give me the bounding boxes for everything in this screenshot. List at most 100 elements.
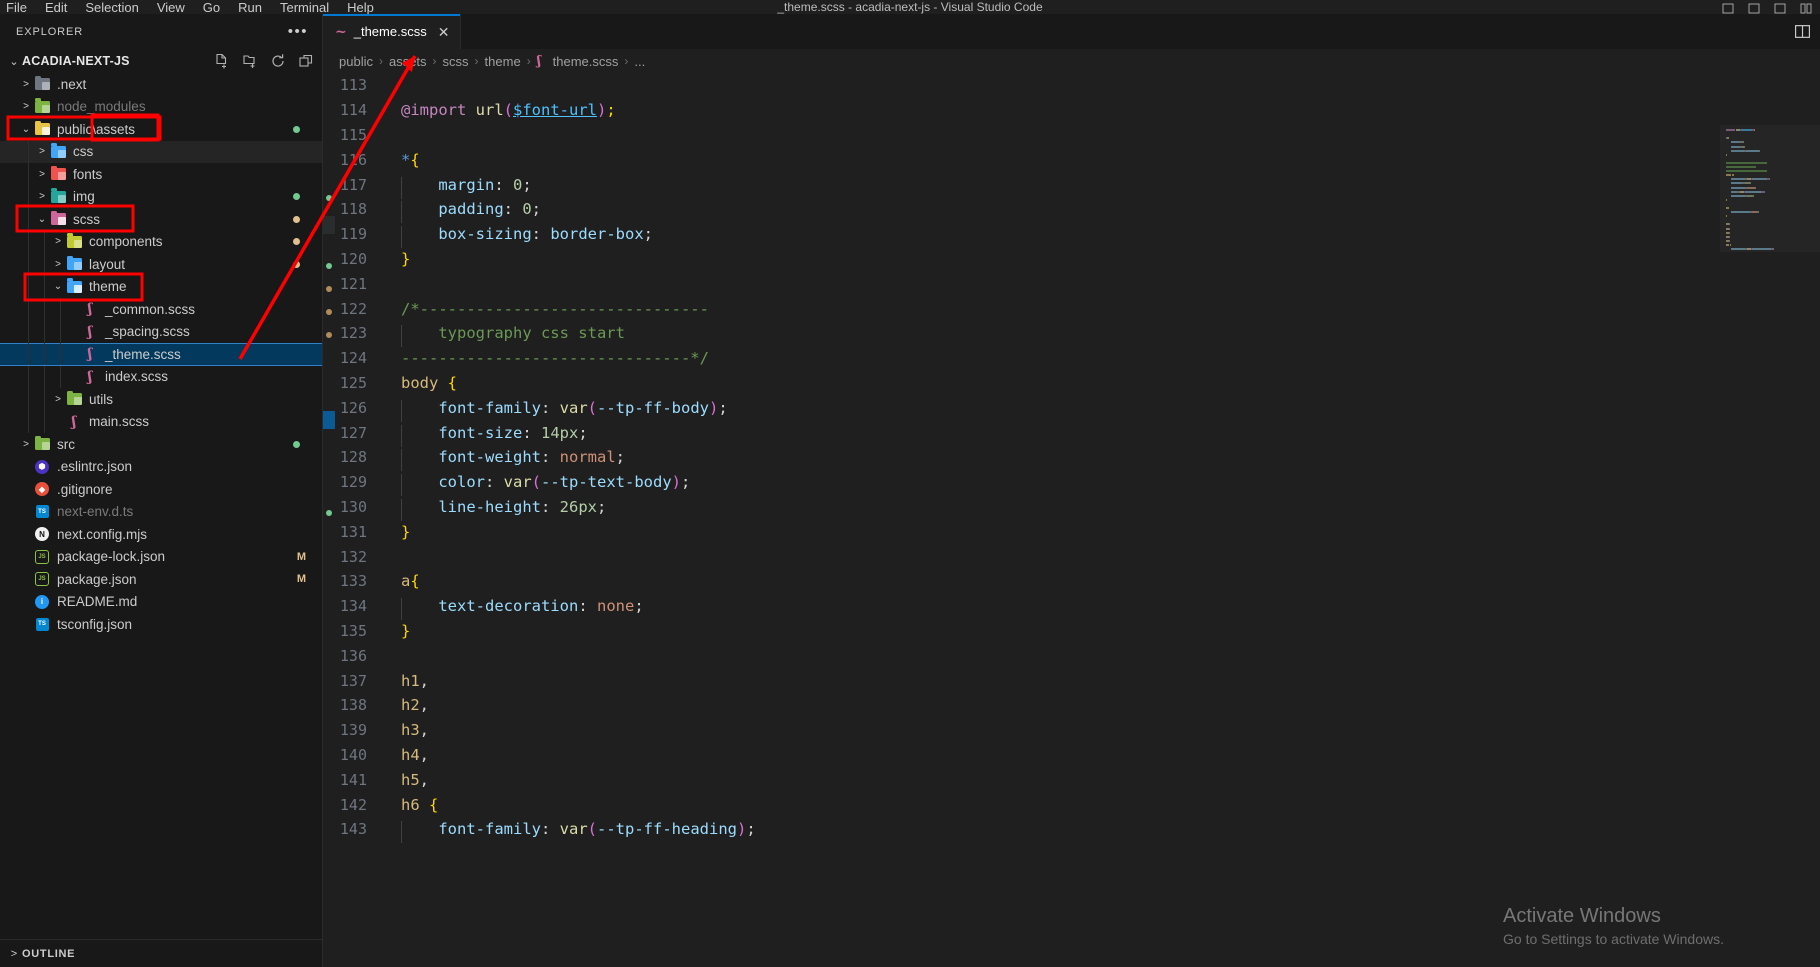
code-line[interactable]: 143 font-family: var(--tp-ff-heading); [335, 817, 1820, 844]
tree-file-row[interactable]: i README.md [0, 591, 322, 614]
code-line[interactable]: 136 [335, 643, 1820, 668]
tree-file-row[interactable]: JS package-lock.json M [0, 546, 322, 569]
collapse-folders-icon[interactable] [298, 53, 314, 69]
breadcrumb-item[interactable]: theme.scss [553, 54, 619, 69]
code-line[interactable]: 128 font-weight: normal; [335, 445, 1820, 472]
code-text[interactable]: } [393, 622, 410, 640]
code-line[interactable]: 132 [335, 544, 1820, 569]
code-text[interactable]: *{ [393, 151, 420, 169]
code-text[interactable]: -------------------------------*/ [393, 349, 709, 367]
refresh-explorer-icon[interactable] [270, 53, 286, 69]
code-line[interactable]: 121 [335, 271, 1820, 296]
window-controls[interactable] [1722, 3, 1812, 14]
code-text[interactable]: a{ [393, 572, 420, 590]
tree-folder-row[interactable]: > fonts [0, 163, 322, 186]
tree-file-row[interactable]: ʃ _theme.scss [0, 343, 322, 366]
tree-file-row[interactable]: ◆ .gitignore [0, 478, 322, 501]
code-editor-area[interactable]: 113 114 @import url($font-url); 115 116 *{117… [323, 73, 1820, 967]
close-button[interactable] [1800, 3, 1812, 14]
code-text[interactable]: padding: 0; [393, 200, 541, 224]
minimap-slider[interactable] [1720, 125, 1820, 253]
code-text[interactable]: margin: 0; [393, 176, 532, 199]
menu-item-go[interactable]: Go [203, 1, 220, 14]
breadcrumb-item[interactable]: scss [443, 54, 469, 69]
code-text[interactable]: } [393, 523, 410, 541]
code-text[interactable]: h3, [393, 721, 429, 739]
code-text[interactable]: font-size: 14px; [393, 424, 588, 447]
menu-item-terminal[interactable]: Terminal [280, 1, 329, 14]
code-text[interactable]: @import url($font-url); [393, 101, 616, 119]
code-text[interactable]: font-family: var(--tp-ff-body); [393, 399, 728, 422]
code-text[interactable]: h2, [393, 696, 429, 714]
chevron-down-icon[interactable]: ⌄ [20, 124, 32, 135]
tree-folder-row[interactable]: > components [0, 230, 322, 253]
code-line[interactable]: 125 body { [335, 371, 1820, 396]
code-line[interactable]: 116 *{ [335, 147, 1820, 172]
chevron-down-icon[interactable]: ⌄ [36, 214, 48, 225]
code-text[interactable]: typography css start [393, 324, 625, 348]
minimap[interactable] [1720, 73, 1820, 967]
code-lines[interactable]: 113 114 @import url($font-url); 115 116 *{117… [335, 73, 1820, 967]
code-text[interactable]: color: var(--tp-text-body); [393, 473, 690, 497]
new-folder-icon[interactable] [242, 53, 258, 69]
tree-file-row[interactable]: ʃ index.scss [0, 365, 322, 388]
explorer-root-row[interactable]: ⌄ ACADIA-NEXT-JS [0, 49, 322, 73]
menu-item-file[interactable]: File [6, 1, 27, 14]
breadcrumb-item[interactable]: assets [389, 54, 427, 69]
code-line[interactable]: 118 padding: 0; [335, 197, 1820, 224]
code-text[interactable]: h5, [393, 771, 429, 789]
code-line[interactable]: 113 [335, 73, 1820, 98]
code-text[interactable]: font-family: var(--tp-ff-heading); [393, 820, 756, 844]
menu-bar[interactable]: File Edit Selection View Go Run Terminal Help [0, 1, 374, 14]
file-tree[interactable]: > .next > node_modules ⌄ public\assets > css > fo… [0, 73, 322, 939]
tree-folder-row[interactable]: ⌄ public\assets [0, 118, 322, 141]
code-line[interactable]: 139 h3, [335, 718, 1820, 743]
code-line[interactable]: 134 text-decoration: none; [335, 594, 1820, 621]
code-line[interactable]: 122 /*------------------------------- [335, 296, 1820, 321]
restore-button[interactable] [1774, 3, 1786, 14]
code-line[interactable]: 141 h5, [335, 767, 1820, 792]
code-line[interactable]: 120} [335, 247, 1820, 272]
tree-folder-row[interactable]: > src [0, 433, 322, 456]
tree-folder-row[interactable]: > layout [0, 253, 322, 276]
breadcrumb-item[interactable]: theme [485, 54, 521, 69]
code-text[interactable]: h1, [393, 672, 429, 690]
tree-file-row[interactable]: TS next-env.d.ts [0, 501, 322, 524]
code-line[interactable]: 126 font-family: var(--tp-ff-body); [335, 395, 1820, 422]
breadcrumb-item[interactable]: public [339, 54, 373, 69]
code-line[interactable]: 138 h2, [335, 693, 1820, 718]
close-icon[interactable]: ✕ [438, 25, 450, 39]
code-text[interactable]: font-weight: normal; [393, 448, 625, 472]
code-line[interactable]: 137 h1, [335, 668, 1820, 693]
code-line[interactable]: 114 @import url($font-url); [335, 98, 1820, 123]
menu-item-run[interactable]: Run [238, 1, 262, 14]
code-line[interactable]: 123 typography css start [335, 321, 1820, 348]
code-line[interactable]: 117 margin: 0; [335, 172, 1820, 199]
chevron-right-icon[interactable]: > [36, 146, 48, 157]
code-text[interactable]: body { [393, 374, 457, 392]
code-line[interactable]: 115 [335, 123, 1820, 148]
code-line[interactable]: 129 color: var(--tp-text-body); [335, 470, 1820, 497]
code-text[interactable]: /*------------------------------- [393, 300, 709, 318]
minimize-button[interactable] [1722, 3, 1734, 14]
editor-tab-theme-scss[interactable]: ~ _theme.scss ✕ [323, 14, 462, 49]
code-line[interactable]: 135} [335, 619, 1820, 644]
code-line[interactable]: 119 box-sizing: border-box; [335, 222, 1820, 249]
menu-item-selection[interactable]: Selection [85, 1, 138, 14]
menu-item-help[interactable]: Help [347, 1, 374, 14]
code-line[interactable]: 133 a{ [335, 569, 1820, 594]
chevron-down-icon[interactable]: ⌄ [6, 55, 22, 68]
editor-tab-bar[interactable]: ~ _theme.scss ✕ [323, 14, 1820, 49]
tree-folder-row[interactable]: > .next [0, 73, 322, 96]
code-text[interactable]: } [393, 250, 410, 268]
outline-panel-header[interactable]: > OUTLINE [0, 939, 322, 967]
code-text[interactable]: text-decoration: none; [393, 597, 644, 621]
chevron-right-icon[interactable]: > [20, 79, 32, 90]
breadcrumb[interactable]: public › assets › scss › theme › ʃ theme.scss ›..… [323, 49, 1820, 73]
breadcrumb-item[interactable]: ... [634, 54, 645, 69]
tree-folder-row[interactable]: > img [0, 185, 322, 208]
menu-item-edit[interactable]: Edit [45, 1, 67, 14]
new-file-icon[interactable] [214, 53, 230, 69]
code-text[interactable]: h4, [393, 746, 429, 764]
tree-folder-row[interactable]: > css [0, 140, 322, 163]
